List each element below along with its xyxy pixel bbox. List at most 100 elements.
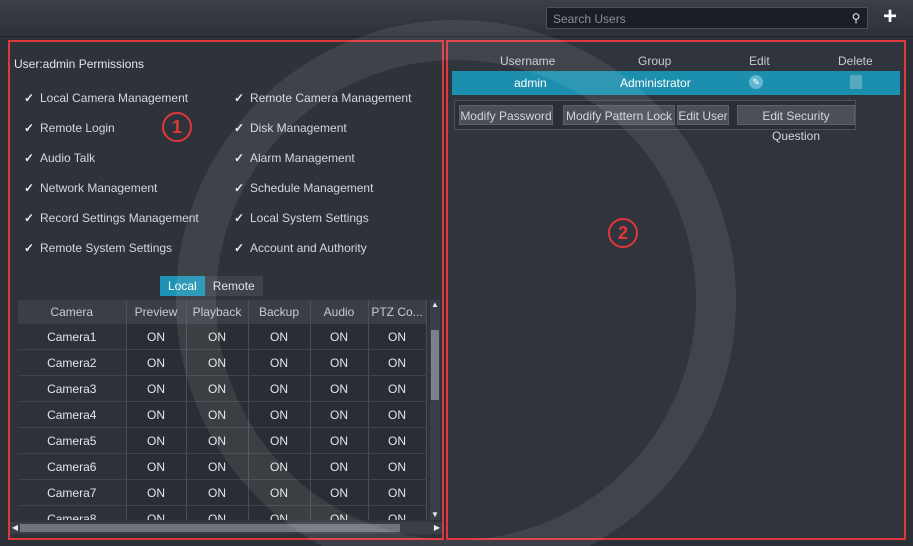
permission-cell[interactable]: ON (126, 479, 187, 506)
modify-pattern-lock-button[interactable]: Modify Pattern Lock (563, 105, 675, 125)
user-username: admin (514, 76, 547, 90)
scroll-thumb[interactable] (20, 524, 400, 532)
edit-security-question-button[interactable]: Edit Security Question (737, 105, 855, 143)
check-icon: ✓ (24, 121, 35, 135)
permission-cell[interactable]: ON (248, 401, 311, 428)
search-input[interactable] (551, 10, 847, 28)
permission-cell[interactable]: ON (248, 375, 311, 402)
column-header: Backup (248, 300, 311, 324)
permission-cell[interactable]: ON (186, 427, 249, 454)
scroll-down-icon[interactable]: ▼ (430, 510, 440, 520)
permission-item: ✓ Network Management (24, 181, 158, 195)
permission-cell[interactable]: ON (126, 324, 187, 350)
add-user-icon[interactable]: + (877, 4, 903, 30)
permission-cell[interactable]: ON (310, 427, 369, 454)
users-table-header: Username Group Edit Delete (452, 54, 900, 70)
camera-name-cell: Camera6 (18, 453, 127, 480)
tab-local[interactable]: Local (160, 276, 205, 296)
permission-cell[interactable]: ON (310, 401, 369, 428)
permission-cell[interactable]: ON (368, 375, 427, 402)
permission-item: ✓ Alarm Management (234, 151, 355, 165)
permission-cell[interactable]: ON (368, 349, 427, 376)
permission-cell[interactable]: ON (248, 324, 311, 350)
permission-cell[interactable]: ON (248, 505, 311, 520)
check-icon: ✓ (234, 151, 245, 165)
edit-user-button[interactable]: Edit User (677, 105, 729, 125)
table-row[interactable]: Camera1 ON ON ON ON ON (18, 324, 427, 350)
permission-cell[interactable]: ON (186, 349, 249, 376)
table-row[interactable]: Camera2 ON ON ON ON ON (18, 349, 427, 376)
annotation-badge-2: 2 (608, 218, 638, 248)
permission-item: ✓ Audio Talk (24, 151, 96, 165)
permission-cell[interactable]: ON (126, 505, 187, 520)
table-row[interactable]: Camera8 ON ON ON ON ON (18, 505, 427, 520)
check-icon: ✓ (234, 121, 245, 135)
permission-cell[interactable]: ON (368, 427, 427, 454)
annotation-badge-1: 1 (162, 112, 192, 142)
permission-cell[interactable]: ON (368, 505, 427, 520)
permission-cell[interactable]: ON (310, 324, 369, 350)
permission-cell[interactable]: ON (368, 479, 427, 506)
scroll-thumb[interactable] (431, 330, 439, 400)
vertical-scrollbar[interactable]: ▲ ▼ (430, 300, 440, 520)
permission-cell[interactable]: ON (248, 349, 311, 376)
permission-cell[interactable]: ON (186, 324, 249, 350)
permission-cell[interactable]: ON (248, 479, 311, 506)
permission-cell[interactable]: ON (368, 453, 427, 480)
check-icon: ✓ (234, 211, 245, 225)
check-icon: ✓ (24, 151, 35, 165)
table-row[interactable]: Camera4 ON ON ON ON ON (18, 401, 427, 428)
scroll-right-icon[interactable]: ▶ (432, 522, 442, 534)
permission-cell[interactable]: ON (310, 375, 369, 402)
camera-name-cell: Camera3 (18, 375, 127, 402)
permission-cell[interactable]: ON (126, 427, 187, 454)
top-toolbar: ⚲ + (0, 0, 913, 37)
permission-item: ✓ Account and Authority (234, 241, 367, 255)
permission-cell[interactable]: ON (186, 479, 249, 506)
permission-cell[interactable]: ON (186, 401, 249, 428)
check-icon: ✓ (234, 181, 245, 195)
table-header-row: Camera Preview Playback Backup Audio PTZ Co..… (18, 300, 427, 324)
trash-icon[interactable] (850, 75, 862, 89)
camera-name-cell: Camera7 (18, 479, 127, 506)
table-row[interactable]: Camera6 ON ON ON ON ON (18, 453, 427, 480)
user-row[interactable]: admin Administrator ✎ (452, 71, 900, 95)
column-header: Preview (126, 300, 187, 324)
scroll-left-icon[interactable]: ◀ (10, 522, 20, 534)
tab-remote[interactable]: Remote (204, 276, 263, 296)
permission-item: ✓ Remote Camera Management (234, 91, 412, 105)
permission-cell[interactable]: ON (186, 453, 249, 480)
permissions-panel: User:admin Permissions ✓ Local Camera Man… (8, 40, 444, 540)
column-header: Camera (18, 300, 127, 324)
permission-cell[interactable]: ON (310, 505, 369, 520)
permission-cell[interactable]: ON (186, 505, 249, 520)
scroll-up-icon[interactable]: ▲ (430, 300, 440, 310)
table-row[interactable]: Camera3 ON ON ON ON ON (18, 375, 427, 402)
search-icon[interactable]: ⚲ (849, 11, 863, 25)
modify-password-button[interactable]: Modify Password (459, 105, 553, 125)
column-header: Playback (186, 300, 249, 324)
permission-cell[interactable]: ON (126, 375, 187, 402)
permission-cell[interactable]: ON (126, 453, 187, 480)
table-row[interactable]: Camera7 ON ON ON ON ON (18, 479, 427, 506)
permission-cell[interactable]: ON (126, 401, 187, 428)
column-delete: Delete (838, 54, 873, 68)
table-row[interactable]: Camera5 ON ON ON ON ON (18, 427, 427, 454)
permission-cell[interactable]: ON (248, 427, 311, 454)
check-icon: ✓ (234, 91, 245, 105)
permission-cell[interactable]: ON (310, 349, 369, 376)
user-group: Administrator (620, 76, 691, 90)
search-box[interactable]: ⚲ (546, 7, 868, 29)
permissions-title: User:admin Permissions (14, 57, 145, 71)
permission-cell[interactable]: ON (310, 453, 369, 480)
permission-cell[interactable]: ON (310, 479, 369, 506)
horizontal-scrollbar[interactable]: ◀ ▶ (10, 522, 442, 534)
permission-cell[interactable]: ON (368, 324, 427, 350)
permission-cell[interactable]: ON (368, 401, 427, 428)
permission-cell[interactable]: ON (126, 349, 187, 376)
edit-icon[interactable]: ✎ (749, 75, 763, 89)
camera-name-cell: Camera2 (18, 349, 127, 376)
permission-cell[interactable]: ON (186, 375, 249, 402)
permission-cell[interactable]: ON (248, 453, 311, 480)
permission-item: ✓ Record Settings Management (24, 211, 199, 225)
